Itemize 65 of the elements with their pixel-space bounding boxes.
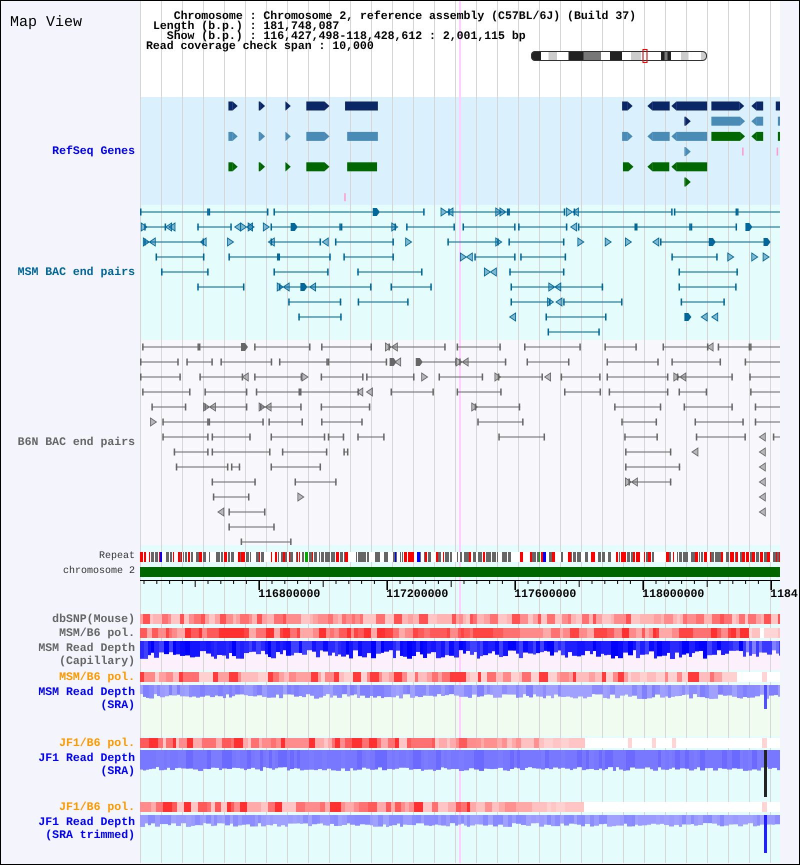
summary-value: 10,000: [332, 42, 374, 52]
track-label: RefSeq Genes: [52, 144, 135, 158]
track-label: chromosome 2: [62, 565, 135, 578]
gene-feature: [347, 132, 378, 141]
gene-feature: [306, 102, 330, 110]
gene-feature: [622, 162, 634, 172]
gene-feature: [228, 162, 238, 172]
summary-label: Chromosome: [174, 12, 243, 22]
gene-feature: [285, 132, 291, 141]
gene-feature: [347, 162, 378, 172]
gene-feature: [751, 102, 764, 110]
summary-value: Chromosome 2, reference assembly (C57BL/6J) (Build 37): [263, 12, 636, 22]
track-label: MSM/B6 pol.: [59, 670, 135, 684]
summary-label: Show (b.p.): [166, 32, 243, 42]
gene-feature: [345, 102, 378, 110]
summary-value: 116,427,498-118,428,612 : 2,001,115 bp: [263, 32, 527, 42]
gene-feature: [647, 162, 670, 172]
label-separator: :: [250, 12, 257, 22]
feature-tick: [776, 148, 778, 156]
tick-label: 117600000: [514, 588, 576, 601]
gene-feature: [751, 132, 764, 141]
track-label: MSM Read Depth (SRA): [37, 686, 135, 712]
track-label: JF1 Read Depth (SRA trimmed): [37, 816, 135, 842]
track-label: JF1 Read Depth (SRA): [37, 752, 135, 778]
track-label: JF1/B6 pol.: [59, 736, 135, 750]
gene-feature: [622, 132, 633, 141]
gene-feature: [711, 102, 744, 110]
gene-feature: [258, 102, 266, 110]
gene-feature: [285, 102, 291, 110]
gene-feature: [258, 162, 266, 172]
feature-tick: [344, 193, 346, 202]
track-label: MSM/B6 pol.: [59, 626, 135, 640]
gene-feature: [711, 132, 746, 141]
gene-feature: [711, 116, 746, 126]
tick-label: 118000000: [642, 588, 704, 601]
gene-feature: [258, 132, 266, 141]
gene-feature: [684, 116, 691, 126]
gene-feature: [306, 162, 330, 172]
tick-label: 1184: [770, 588, 798, 601]
view-title: Map View: [10, 14, 82, 32]
track-label: JF1/B6 pol.: [59, 800, 135, 814]
track-label: Repeat: [98, 550, 135, 563]
gene-feature: [684, 147, 691, 156]
label-separator: :: [250, 32, 257, 42]
label-separator: :: [318, 42, 326, 52]
gene-feature: [751, 116, 764, 126]
label-separator: :: [250, 22, 257, 32]
feature-tick: [742, 148, 744, 156]
gene-feature: [228, 132, 238, 141]
gene-feature: [671, 162, 708, 172]
track-label: dbSNP(Mouse): [52, 612, 135, 626]
summary-label: Read coverage check span: [146, 42, 312, 52]
track-label: MSM BAC end pairs: [18, 266, 135, 279]
tick-label: 116800000: [258, 588, 320, 601]
gene-feature: [228, 102, 238, 110]
track-label: B6N BAC end pairs: [18, 436, 135, 449]
summary-value: 181,748,087: [263, 22, 340, 32]
summary-label: Length (b.p.): [153, 22, 243, 32]
tick-label: 117200000: [386, 588, 448, 601]
gene-feature: [285, 162, 291, 172]
track-label: MSM Read Depth (Capillary): [37, 642, 135, 668]
position-marker: [642, 49, 648, 63]
gene-feature: [306, 132, 330, 141]
gene-feature: [684, 178, 691, 186]
gene-feature: [622, 102, 633, 110]
